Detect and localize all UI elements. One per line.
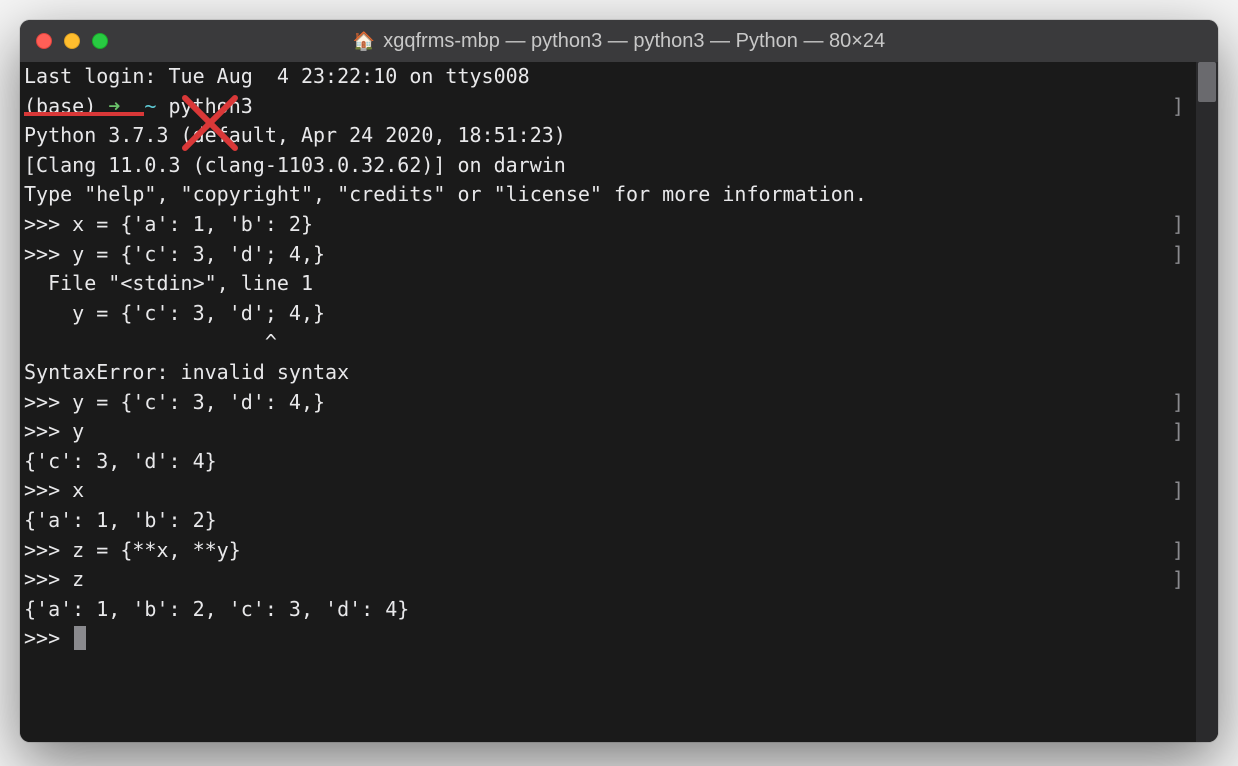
terminal-text: >>> x	[24, 476, 84, 506]
terminal-line: >>> y]	[24, 417, 1214, 447]
terminal-line: SyntaxError: invalid syntax	[24, 358, 1214, 388]
terminal-text: {'c': 3, 'd': 4}	[24, 449, 217, 473]
terminal-text: SyntaxError: invalid syntax	[24, 360, 349, 384]
scrollbar-thumb[interactable]	[1198, 62, 1216, 102]
terminal-line: >>> y = {'c': 3, 'd': 4,}]	[24, 388, 1214, 418]
terminal-text: Type "help", "copyright", "credits" or "…	[24, 182, 867, 206]
terminal-line: ^	[24, 328, 1214, 358]
terminal-text: File "<stdin>", line 1	[24, 271, 313, 295]
terminal-line: >>> x = {'a': 1, 'b': 2}]	[24, 210, 1214, 240]
terminal-text: [Clang 11.0.3 (clang-1103.0.32.62)] on d…	[24, 153, 566, 177]
terminal-text: >>> z = {**x, **y}	[24, 536, 241, 566]
terminal-window: 🏠 xgqfrms-mbp — python3 — python3 — Pyth…	[20, 20, 1218, 742]
prompt-command: python3	[169, 94, 253, 118]
cursor	[74, 626, 86, 650]
terminal-body[interactable]: Last login: Tue Aug 4 23:22:10 on ttys00…	[20, 62, 1218, 742]
terminal-text: Python 3.7.3 (default, Apr 24 2020, 18:5…	[24, 123, 566, 147]
minimize-button[interactable]	[64, 33, 80, 49]
terminal-line: >>>	[24, 624, 1214, 654]
terminal-text: >>> x = {'a': 1, 'b': 2}	[24, 210, 313, 240]
maximize-button[interactable]	[92, 33, 108, 49]
prompt-tilde: ~	[144, 94, 168, 118]
close-button[interactable]	[36, 33, 52, 49]
red-underline-annotation	[24, 112, 144, 116]
title-text: xgqfrms-mbp — python3 — python3 — Python…	[383, 30, 885, 53]
terminal-line: >>> y = {'c': 3, 'd'; 4,}]	[24, 240, 1214, 270]
traffic-lights	[36, 33, 108, 49]
terminal-line: [Clang 11.0.3 (clang-1103.0.32.62)] on d…	[24, 151, 1214, 181]
terminal-line: >>> x]	[24, 476, 1214, 506]
terminal-line: {'a': 1, 'b': 2}	[24, 506, 1214, 536]
terminal-line: Python 3.7.3 (default, Apr 24 2020, 18:5…	[24, 121, 1214, 151]
terminal-text: {'a': 1, 'b': 2, 'c': 3, 'd': 4}	[24, 597, 409, 621]
scrollbar-track[interactable]	[1196, 62, 1218, 742]
home-icon: 🏠	[353, 31, 375, 52]
terminal-text: >>> y = {'c': 3, 'd'; 4,}	[24, 240, 325, 270]
terminal-line: Type "help", "copyright", "credits" or "…	[24, 180, 1214, 210]
terminal-text: >>> z	[24, 565, 84, 595]
terminal-text: Last login: Tue Aug 4 23:22:10 on ttys00…	[24, 64, 530, 88]
terminal-content[interactable]: Last login: Tue Aug 4 23:22:10 on ttys00…	[20, 62, 1218, 654]
title-bar: 🏠 xgqfrms-mbp — python3 — python3 — Pyth…	[20, 20, 1218, 62]
terminal-line: (base) ➜ ~ python3]	[24, 92, 1214, 122]
terminal-line: File "<stdin>", line 1	[24, 269, 1214, 299]
terminal-text: ^	[24, 330, 277, 354]
window-title: 🏠 xgqfrms-mbp — python3 — python3 — Pyth…	[353, 30, 885, 53]
terminal-text: >>> y	[24, 417, 84, 447]
terminal-line: {'c': 3, 'd': 4}	[24, 447, 1214, 477]
terminal-text: {'a': 1, 'b': 2}	[24, 508, 217, 532]
terminal-line: y = {'c': 3, 'd'; 4,}	[24, 299, 1214, 329]
terminal-line: >>> z = {**x, **y}]	[24, 536, 1214, 566]
terminal-text: >>> y = {'c': 3, 'd': 4,}	[24, 388, 325, 418]
terminal-text: y = {'c': 3, 'd'; 4,}	[24, 301, 325, 325]
terminal-line: Last login: Tue Aug 4 23:22:10 on ttys00…	[24, 62, 1214, 92]
terminal-line: >>> z]	[24, 565, 1214, 595]
terminal-line: {'a': 1, 'b': 2, 'c': 3, 'd': 4}	[24, 595, 1214, 625]
